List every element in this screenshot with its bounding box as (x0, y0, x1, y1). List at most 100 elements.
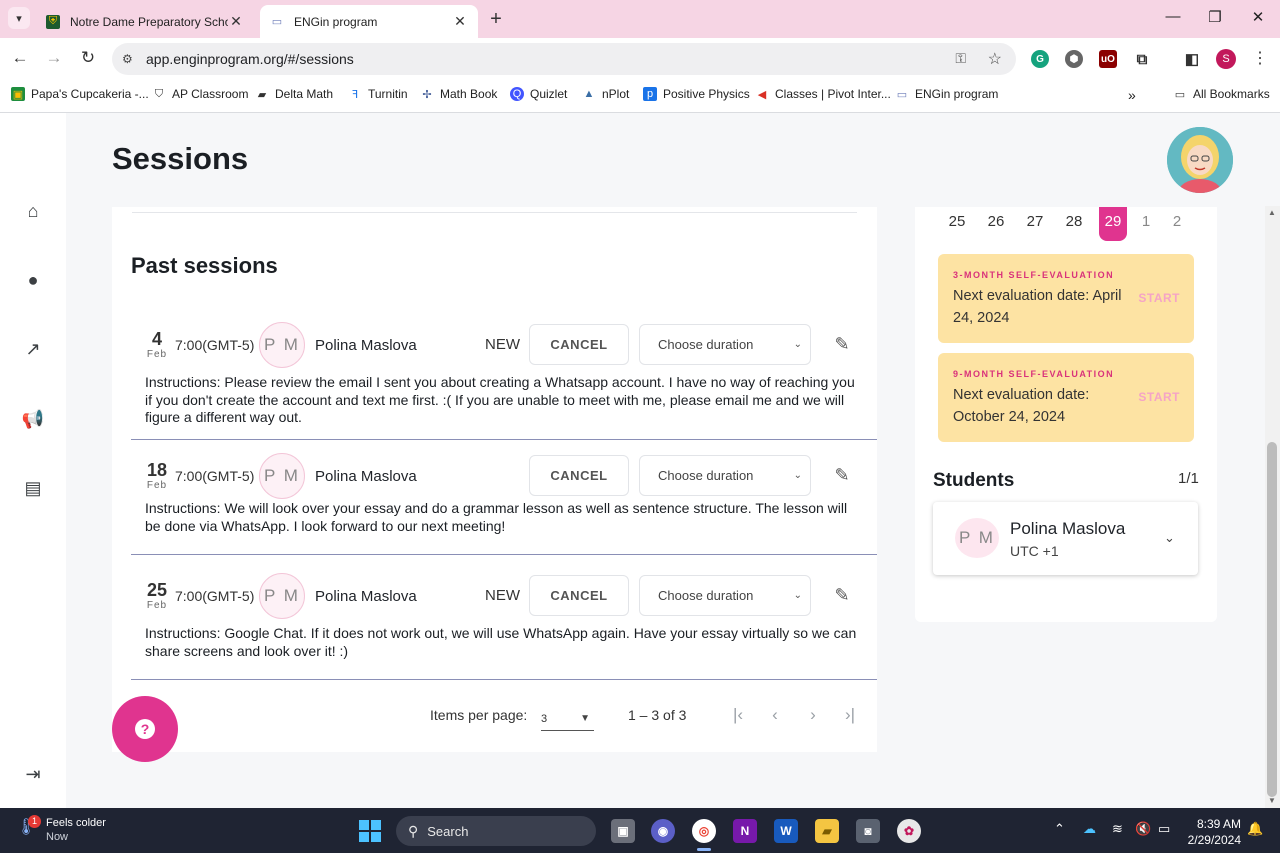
close-window-icon[interactable]: ✕ (1248, 8, 1268, 26)
tab-engin-program[interactable]: ▭ ENGin program ✕ (260, 5, 478, 38)
bookmark-item[interactable]: ▲ nPlot (582, 87, 630, 101)
show-hidden-icons[interactable]: ⌃ (1054, 821, 1065, 837)
calendar-day[interactable]: 27 (1021, 213, 1049, 230)
onedrive-icon[interactable]: ☁ (1083, 821, 1096, 837)
start-evaluation-button[interactable]: START (1138, 390, 1180, 404)
evaluation-card: 3-MONTH SELF-EVALUATION Next evaluation … (938, 254, 1194, 343)
first-page-icon[interactable]: |‹ (727, 705, 749, 725)
camera-icon[interactable]: ◙ (856, 819, 880, 843)
document-icon[interactable]: ▤ (21, 476, 45, 500)
duration-select[interactable]: Choose duration ⌄ (639, 455, 811, 496)
chrome-profile-icon[interactable]: ✿ (897, 819, 921, 843)
calendar-day[interactable]: 1 (1132, 213, 1160, 230)
next-page-icon[interactable]: › (802, 705, 824, 725)
tab-notre-dame[interactable]: ⛨ Notre Dame Preparatory Schoo ✕ (36, 5, 254, 38)
browser-menu-icon[interactable]: ⋮ (1252, 48, 1268, 68)
url-text[interactable]: app.enginprogram.org/#/sessions (146, 51, 354, 67)
bookmarks-bar: ▣ Papa's Cupcakeria -... ⛉ AP Classroom ▰ D… (0, 80, 1280, 113)
back-arrow-icon[interactable]: ← (9, 47, 31, 69)
chevron-down-icon[interactable]: ⌄ (1164, 530, 1175, 546)
start-evaluation-button[interactable]: START (1138, 291, 1180, 305)
onenote-icon[interactable]: N (733, 819, 757, 843)
close-tab-icon[interactable]: ✕ (452, 13, 468, 30)
cancel-button[interactable]: CANCEL (529, 455, 629, 496)
logout-icon[interactable]: ⇥ (21, 762, 45, 786)
student-card[interactable]: P M Polina Maslova UTC +1 ⌄ (933, 502, 1198, 575)
help-button[interactable]: ? (112, 696, 178, 762)
bookmark-item[interactable]: ◀ Classes | Pivot Inter... (755, 87, 891, 101)
word-icon[interactable]: W (774, 819, 798, 843)
folder-icon: ▭ (1174, 88, 1186, 101)
profile-avatar[interactable]: S (1216, 49, 1236, 69)
battery-icon[interactable]: ▭ (1158, 821, 1170, 837)
scroll-down-icon[interactable]: ▼ (1268, 796, 1276, 805)
session-instructions: Instructions: We will look over your ess… (145, 500, 848, 534)
ublock-icon[interactable]: uO (1099, 50, 1117, 68)
forward-arrow-icon[interactable]: → (43, 47, 65, 69)
scroll-thumb[interactable] (1267, 442, 1277, 797)
duration-select[interactable]: Choose duration ⌄ (639, 575, 811, 616)
bookmark-item[interactable]: ▭ ENGin program (895, 87, 999, 101)
profile-icon[interactable]: ● (21, 268, 45, 292)
extension-gear-icon[interactable]: ⬢ (1065, 50, 1083, 68)
address-bar[interactable]: ⚙ app.enginprogram.org/#/sessions ⚿ ☆ (112, 43, 1016, 75)
bookmark-star-icon[interactable]: ☆ (988, 49, 1002, 69)
reload-icon[interactable]: ↻ (77, 47, 99, 69)
wifi-icon[interactable]: ≋ (1112, 821, 1123, 837)
cancel-button[interactable]: CANCEL (529, 575, 629, 616)
grammarly-icon[interactable]: G (1031, 50, 1049, 68)
chrome-icon[interactable]: ◎ (692, 819, 716, 843)
edit-pencil-icon[interactable]: ✎ (831, 464, 853, 486)
bookmark-item[interactable]: ✢ Math Book (420, 87, 497, 101)
windows-start-icon[interactable] (359, 820, 381, 842)
minimize-icon[interactable]: — (1163, 8, 1183, 25)
tab-search-button[interactable]: ▾ (8, 7, 30, 29)
system-clock[interactable]: 8:39 AM 2/29/2024 (1183, 816, 1241, 848)
key-icon[interactable]: ⚿ (955, 50, 966, 67)
session-instructions: Instructions: Google Chat. If it does no… (145, 625, 857, 659)
dropdown-triangle-icon: ▼ (580, 713, 590, 724)
page-scrollbar[interactable]: ▲ ▼ (1265, 206, 1280, 808)
calendar-day[interactable]: 28 (1060, 213, 1088, 230)
items-per-page-select[interactable]: 3 ▼ (541, 703, 594, 731)
side-panel-icon[interactable]: ◧ (1183, 50, 1201, 68)
bookmark-item[interactable]: ▰ Delta Math (255, 87, 333, 101)
taskbar-search[interactable]: ⚲ Search (396, 816, 596, 846)
task-view-icon[interactable]: ▣ (611, 819, 635, 843)
calendar-day[interactable]: 2 (1163, 213, 1191, 230)
duration-select[interactable]: Choose duration ⌄ (639, 324, 811, 365)
home-icon[interactable]: ⌂ (21, 199, 45, 223)
calendar-day[interactable]: 25 (943, 213, 971, 230)
user-avatar[interactable] (1167, 127, 1233, 193)
scroll-up-icon[interactable]: ▲ (1268, 208, 1276, 217)
extensions-puzzle-icon[interactable]: ⧉ (1133, 50, 1151, 68)
edit-pencil-icon[interactable]: ✎ (831, 584, 853, 606)
previous-page-icon[interactable]: ‹ (764, 705, 786, 725)
bookmark-item[interactable]: ꟻ Turnitin (348, 87, 408, 101)
restore-icon[interactable]: ❐ (1205, 8, 1225, 26)
calendar-day[interactable]: 26 (982, 213, 1010, 230)
session-day: 18 (146, 460, 168, 480)
cancel-button[interactable]: CANCEL (529, 324, 629, 365)
bookmark-item[interactable]: Q Quizlet (510, 87, 567, 101)
file-explorer-icon[interactable]: ▰ (815, 819, 839, 843)
last-page-icon[interactable]: ›| (839, 705, 861, 725)
edit-pencil-icon[interactable]: ✎ (831, 333, 853, 355)
calendar-day-selected[interactable]: 29 (1099, 207, 1127, 241)
more-bookmarks-icon[interactable]: » (1128, 87, 1136, 103)
bookmark-item[interactable]: ⛉ AP Classroom (152, 87, 249, 101)
session-day: 25 (146, 580, 168, 600)
bookmark-item[interactable]: p Positive Physics (643, 87, 750, 101)
bookmark-item[interactable]: ▣ Papa's Cupcakeria -... (11, 87, 149, 101)
trending-icon[interactable]: ↗ (21, 337, 45, 361)
student-name: Polina Maslova (1010, 519, 1126, 538)
volume-muted-icon[interactable]: 🔇 (1135, 821, 1151, 837)
megaphone-icon[interactable]: 📢 (21, 407, 45, 431)
teams-chat-icon[interactable]: ◉ (651, 819, 675, 843)
new-tab-button[interactable]: + (486, 8, 506, 31)
close-tab-icon[interactable]: ✕ (228, 13, 244, 30)
notifications-bell-icon[interactable]: 🔔 (1247, 821, 1263, 837)
site-info-icon[interactable]: ⚙ (122, 52, 140, 66)
nplot-icon: ▲ (583, 88, 595, 100)
all-bookmarks[interactable]: ▭ All Bookmarks (1173, 87, 1270, 101)
